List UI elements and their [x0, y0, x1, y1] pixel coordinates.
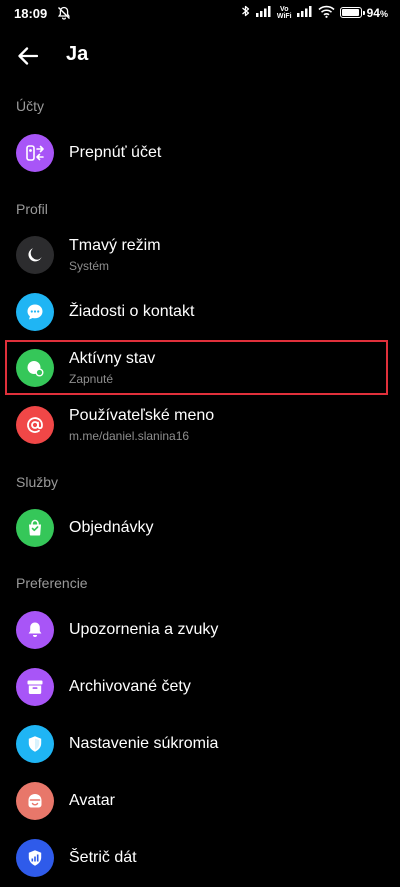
settings-item-label: Avatar [69, 792, 115, 809]
settings-item-label: Šetrič dát [69, 849, 137, 866]
section-header-preferences: Preferencie [16, 575, 88, 591]
settings-item-archived-chats[interactable]: Archivované čety [0, 660, 400, 716]
status-time: 18:09 [14, 6, 48, 21]
back-arrow-icon [18, 47, 38, 65]
settings-item-label: Nastavenie súkromia [69, 735, 219, 752]
shopping-bag-icon [16, 509, 54, 547]
settings-item-privacy[interactable]: Nastavenie súkromia [0, 717, 400, 773]
avatar-icon [16, 782, 54, 820]
settings-item-username[interactable]: Používateľské meno m.me/daniel.slanina16 [0, 398, 400, 454]
data-saver-icon [16, 839, 54, 877]
section-header-profile: Profil [16, 201, 48, 217]
settings-item-notifications[interactable]: Upozornenia a zvuky [0, 603, 400, 659]
wifi-icon [318, 5, 335, 21]
settings-item-label: Objednávky [69, 519, 154, 536]
cell-signal-icon [255, 5, 272, 20]
chat-bubble-icon [16, 293, 54, 331]
cell-signal-2-icon [296, 5, 313, 20]
battery-level [341, 9, 359, 16]
settings-item-label: Používateľské meno [69, 407, 215, 424]
status-icons: Vo WiFi 94% [241, 4, 388, 21]
settings-item-label: Archivované čety [69, 678, 191, 695]
battery-percent: 94% [366, 5, 388, 20]
bell-icon [16, 611, 54, 649]
at-icon [16, 406, 54, 444]
settings-item-dark-mode[interactable]: Tmavý režim Systém [0, 228, 400, 284]
settings-item-data-saver[interactable]: Šetrič dát [0, 831, 400, 887]
section-header-services: Služby [16, 474, 59, 490]
battery-icon [339, 7, 365, 18]
settings-item-label: Žiadosti o kontakt [69, 303, 195, 320]
settings-item-value: m.me/daniel.slanina16 [69, 429, 190, 443]
status-bar: 18:09 Vo WiFi 94% [0, 0, 400, 28]
highlight-box [5, 340, 388, 395]
settings-item-switch-account[interactable]: Prepnúť účet [0, 126, 400, 182]
archive-box-icon [16, 668, 54, 706]
settings-item-contact-requests[interactable]: Žiadosti o kontakt [0, 285, 400, 341]
settings-item-label: Upozornenia a zvuky [69, 621, 219, 638]
settings-item-value: Systém [69, 259, 110, 273]
vowifi-label: Vo WiFi [276, 5, 292, 20]
settings-item-label: Prepnúť účet [69, 144, 162, 161]
settings-item-avatar[interactable]: Avatar [0, 774, 400, 830]
page-title: Ja [66, 43, 89, 65]
switch-account-icon [16, 134, 54, 172]
section-header-accounts: Účty [16, 98, 44, 114]
bell-off-icon [56, 5, 72, 24]
moon-icon [16, 236, 54, 274]
settings-item-label: Tmavý režim [69, 237, 161, 254]
app-bar: Ja [0, 30, 400, 82]
settings-item-orders[interactable]: Objednávky [0, 501, 400, 557]
bluetooth-icon [241, 4, 251, 21]
shield-icon [16, 725, 54, 763]
back-button[interactable] [14, 42, 42, 70]
